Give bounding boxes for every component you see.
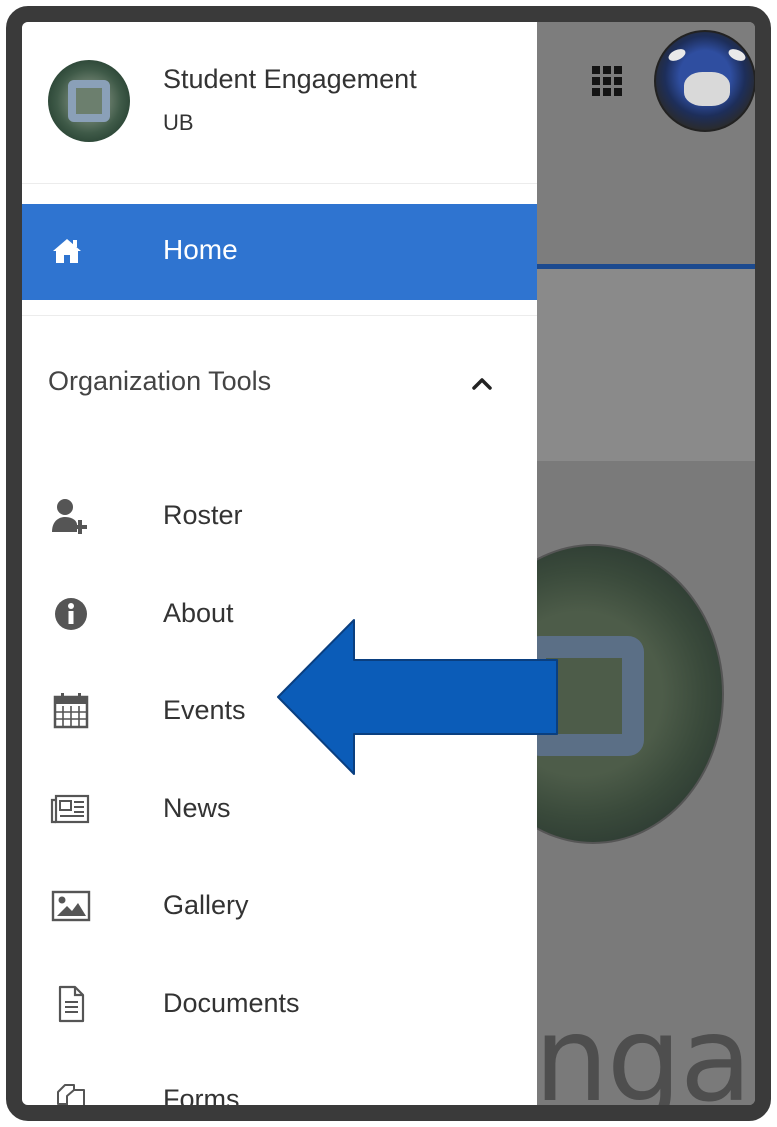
nav-item-home[interactable]: Home: [22, 204, 537, 300]
forms-icon: [57, 1084, 85, 1105]
document-icon: [58, 985, 85, 1023]
apps-grid-icon[interactable]: [592, 66, 622, 96]
info-icon: [55, 598, 87, 630]
nav-item-label: Roster: [163, 500, 243, 530]
background-heading: ngage: [534, 990, 755, 1121]
navigation-drawer: Student Engagement UB Home Organization …: [22, 22, 537, 1105]
nav-item-label: About: [163, 598, 234, 628]
annotation-arrow: [277, 619, 558, 775]
section-header-organization-tools[interactable]: Organization Tools: [48, 366, 271, 397]
home-icon: [53, 239, 81, 263]
nav-item-label: Documents: [163, 988, 300, 1018]
add-user-icon: [52, 499, 87, 534]
divider: [22, 315, 537, 316]
chevron-up-icon[interactable]: [468, 370, 496, 398]
org-avatar: [48, 60, 130, 142]
drawer-header[interactable]: Student Engagement UB: [22, 22, 537, 184]
nav-item-news[interactable]: News: [22, 769, 537, 849]
nav-item-gallery[interactable]: Gallery: [22, 866, 537, 946]
nav-item-label: News: [163, 793, 231, 823]
nav-item-label: Home: [163, 234, 238, 265]
nav-item-label: Events: [163, 695, 246, 725]
user-avatar[interactable]: [654, 30, 755, 132]
nav-item-label: Gallery: [163, 890, 249, 920]
image-icon: [51, 890, 91, 922]
nav-item-forms[interactable]: Forms: [22, 1060, 537, 1114]
nav-item-documents[interactable]: Documents: [22, 964, 537, 1044]
phone-frame: ngage Student Engagement UB Home Organiz…: [6, 6, 771, 1121]
calendar-icon: [53, 693, 89, 729]
org-name: Student Engagement: [163, 64, 417, 94]
nav-item-roster[interactable]: Roster: [22, 476, 537, 556]
org-subtitle: UB: [163, 110, 194, 135]
nav-item-label: Forms: [163, 1084, 240, 1114]
newspaper-icon: [50, 794, 90, 824]
